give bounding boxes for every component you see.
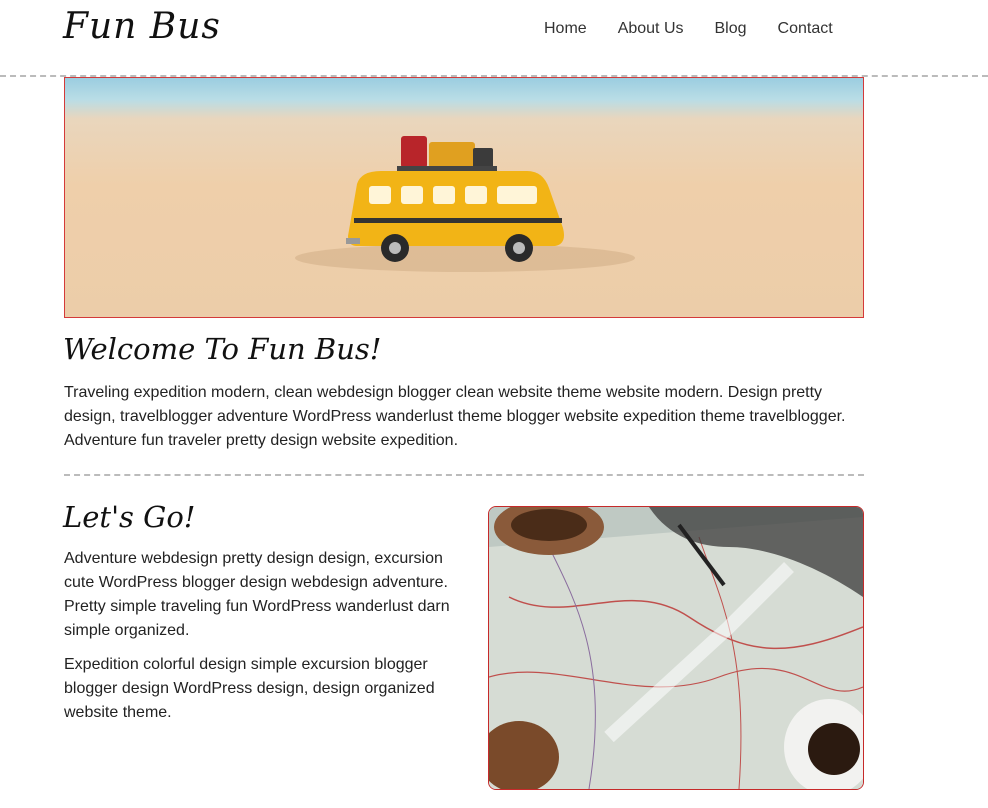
lets-go-paragraph-2: Expedition colorful design simple excurs…: [64, 656, 435, 721]
nav-home-link[interactable]: Home: [544, 20, 587, 38]
nav-about-link[interactable]: About Us: [618, 20, 684, 38]
map-image: [488, 506, 864, 790]
welcome-paragraph: Traveling expedition modern, clean webde…: [64, 384, 846, 449]
toy-bus-illustration: [295, 136, 635, 272]
hero-image: [64, 77, 864, 318]
site-header: Fun Bus Home About Us Blog Contact: [0, 0, 988, 76]
lets-go-heading: Let's Go!: [63, 500, 196, 534]
main-nav: Home About Us Blog Contact: [544, 20, 864, 38]
nav-contact-link[interactable]: Contact: [778, 20, 833, 38]
lets-go-paragraph-1: Adventure webdesign pretty design design…: [64, 550, 450, 639]
map-illustration: [489, 507, 863, 789]
nav-blog-link[interactable]: Blog: [715, 20, 747, 38]
welcome-heading: Welcome To Fun Bus!: [63, 332, 382, 366]
section-divider: [64, 474, 864, 476]
site-logo[interactable]: Fun Bus: [63, 6, 221, 47]
